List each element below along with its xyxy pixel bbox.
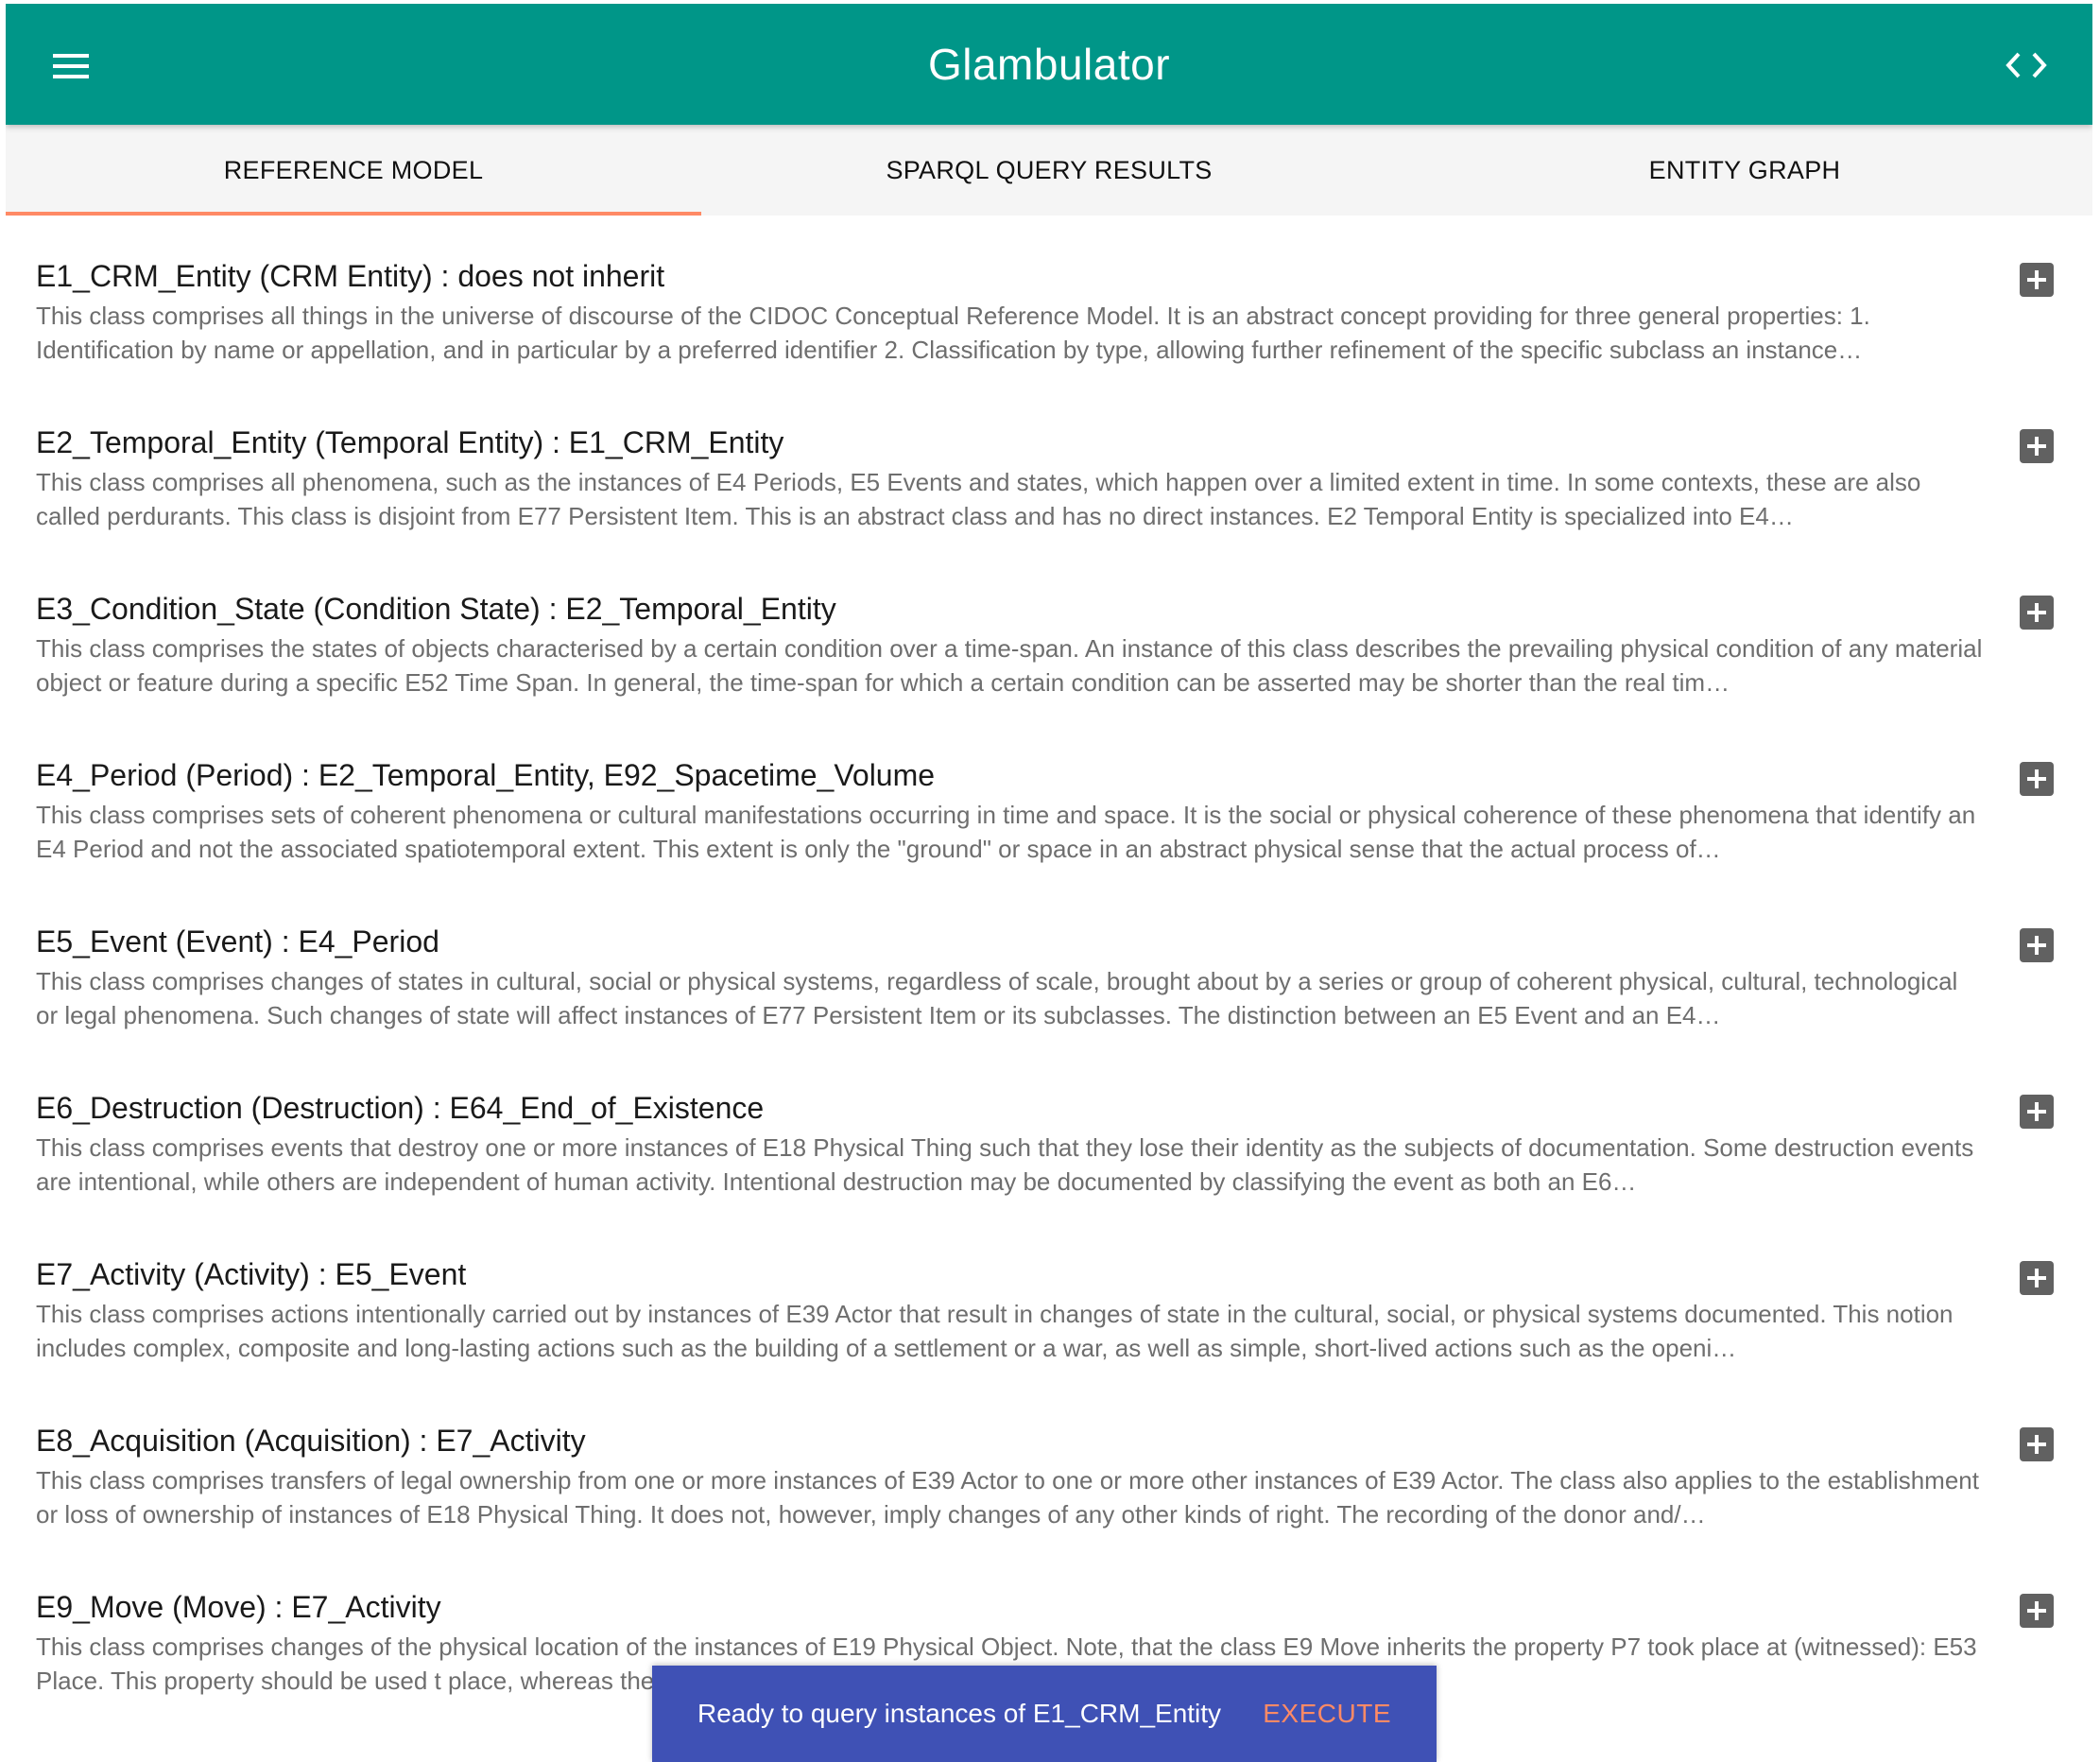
execute-button[interactable]: EXECUTE (1263, 1666, 1391, 1762)
list-item-e5: E5_Event (Event) : E4_Period This class … (6, 881, 2092, 1047)
entity-title: E8_Acquisition (Acquisition) : E7_Activi… (36, 1424, 586, 1458)
plus-icon (2020, 1594, 2054, 1628)
plus-icon (2020, 1095, 2054, 1129)
snackbar-message: Ready to query instances of E1_CRM_Entit… (697, 1699, 1222, 1728)
app-title: Glambulator (927, 40, 1171, 89)
entity-list: E1_CRM_Entity (CRM Entity) : does not in… (6, 216, 2092, 1762)
plus-icon (2020, 1427, 2054, 1461)
list-item-e4: E4_Period (Period) : E2_Temporal_Entity,… (6, 715, 2092, 881)
list-item-e7: E7_Activity (Activity) : E5_Event This c… (6, 1214, 2092, 1380)
list-item-e6: E6_Destruction (Destruction) : E64_End_o… (6, 1047, 2092, 1214)
entity-description: This class comprises actions intentional… (36, 1300, 1954, 1362)
view-source-button[interactable] (1998, 43, 2055, 87)
entity-description: This class comprises sets of coherent ph… (36, 801, 1976, 863)
plus-icon (2020, 429, 2054, 463)
add-entity-button[interactable] (2020, 1095, 2054, 1129)
entity-description: This class comprises all phenomena, such… (36, 468, 1921, 530)
entity-title: E9_Move (Move) : E7_Activity (36, 1590, 441, 1624)
list-item-e2: E2_Temporal_Entity (Temporal Entity) : E… (6, 382, 2092, 548)
list-item-e1: E1_CRM_Entity (CRM Entity) : does not in… (6, 216, 2092, 382)
entity-title: E4_Period (Period) : E2_Temporal_Entity,… (36, 758, 936, 792)
plus-icon (2020, 263, 2054, 297)
add-entity-button[interactable] (2020, 928, 2054, 962)
entity-description: This class comprises events that destroy… (36, 1133, 1974, 1196)
plus-icon (2020, 928, 2054, 962)
add-entity-button[interactable] (2020, 596, 2054, 630)
code-icon (1998, 52, 2047, 83)
entity-description: This class comprises changes of states i… (36, 967, 1958, 1029)
entity-title: E2_Temporal_Entity (Temporal Entity) : E… (36, 425, 784, 459)
list-item-e8: E8_Acquisition (Acquisition) : E7_Activi… (6, 1380, 2092, 1546)
add-entity-button[interactable] (2020, 263, 2054, 297)
tab-entity-graph[interactable]: ENTITY GRAPH (1397, 125, 2092, 216)
menu-button[interactable] (42, 45, 102, 87)
tab-sparql-query-results[interactable]: SPARQL QUERY RESULTS (701, 125, 1397, 216)
entity-title: E7_Activity (Activity) : E5_Event (36, 1257, 467, 1291)
plus-icon (2020, 596, 2054, 630)
entity-description: This class comprises the states of objec… (36, 634, 1983, 697)
add-entity-button[interactable] (2020, 1427, 2054, 1461)
entity-description: This class comprises transfers of legal … (36, 1466, 1979, 1529)
add-entity-button[interactable] (2020, 1594, 2054, 1628)
list-item-e3: E3_Condition_State (Condition State) : E… (6, 548, 2092, 715)
entity-title: E6_Destruction (Destruction) : E64_End_o… (36, 1091, 765, 1125)
add-entity-button[interactable] (2020, 429, 2054, 463)
tab-bar: REFERENCE MODEL SPARQL QUERY RESULTS ENT… (6, 125, 2092, 216)
plus-icon (2020, 762, 2054, 796)
entity-title: E3_Condition_State (Condition State) : E… (36, 592, 836, 626)
plus-icon (2020, 1261, 2054, 1295)
app-bar: Glambulator (6, 4, 2092, 125)
entity-title: E1_CRM_Entity (CRM Entity) : does not in… (36, 259, 665, 293)
tab-reference-model[interactable]: REFERENCE MODEL (6, 125, 701, 216)
app-window: Glambulator REFERENCE MODEL SPARQL QUERY… (6, 4, 2092, 1762)
menu-icon (42, 52, 102, 80)
add-entity-button[interactable] (2020, 1261, 2054, 1295)
entity-description: This class comprises all things in the u… (36, 302, 1870, 364)
snackbar: Ready to query instances of E1_CRM_Entit… (652, 1666, 1437, 1762)
entity-title: E5_Event (Event) : E4_Period (36, 924, 439, 959)
add-entity-button[interactable] (2020, 762, 2054, 796)
